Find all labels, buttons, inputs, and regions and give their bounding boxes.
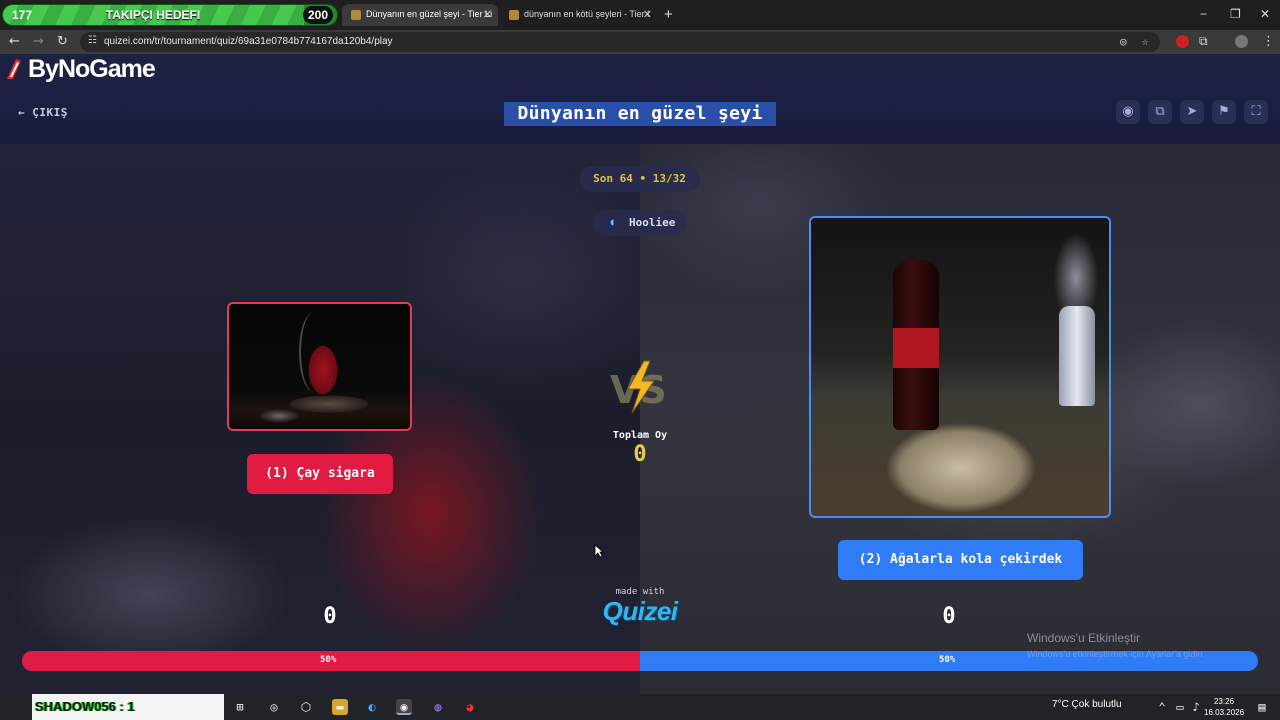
address-bar[interactable]: ☷ quizei.com/tr/tournament/quiz/69a31e07… — [80, 32, 1160, 52]
choice-1-votes: 0 — [323, 604, 337, 629]
extensions-puzzle-icon[interactable]: ⧉ — [1199, 34, 1208, 49]
minimize-icon[interactable]: − — [1200, 7, 1207, 21]
choice-2-image[interactable] — [809, 216, 1111, 518]
restore-icon[interactable]: ❐ — [1230, 7, 1241, 21]
share-icon[interactable]: ⧉ — [1148, 100, 1172, 124]
follower-goal-title: TAKIPÇI HEDEFI — [105, 8, 201, 22]
clock-date: 16.03.2026 — [1204, 708, 1245, 717]
browser-toolbar: ← → ↻ ☷ quizei.com/tr/tournament/quiz/69… — [0, 30, 1280, 54]
mouse-cursor-icon — [594, 544, 604, 558]
quizei-logo[interactable]: Quizei — [580, 596, 700, 627]
windows-taskbar: SHADOW056 : 1 ⊞ ◎ ⬡ ▬ ◐ ◉ ◍ ◕ 7°C Çok bu… — [0, 694, 1280, 720]
chat-app-icon[interactable]: ◍ — [430, 699, 446, 715]
volume-icon[interactable]: ♪ — [1188, 699, 1204, 715]
app-icon[interactable]: ⬡ — [298, 699, 314, 715]
tierlist-favicon-icon — [509, 10, 519, 20]
choice-2-button[interactable]: (2) Ağalarla kola çekirdek — [838, 540, 1083, 580]
edge-icon[interactable]: ◐ — [364, 699, 380, 715]
tab-title: dünyanın en kötü şeyleri - Tier l — [524, 9, 650, 19]
recording-app-icon[interactable]: ◕ — [462, 699, 478, 715]
creator-badge[interactable]: ◖ Hooliee — [593, 210, 686, 236]
versus-icon: VS — [610, 360, 667, 414]
water-bottle — [1059, 306, 1095, 406]
profile-avatar[interactable] — [1235, 35, 1248, 48]
network-icon[interactable]: ▭ — [1172, 699, 1188, 715]
stream-logo-bar: ByNoGame — [0, 54, 1280, 83]
follower-goal-target: 200 — [302, 6, 333, 24]
exit-button[interactable]: ← ÇIKIŞ — [18, 106, 68, 119]
choice-1-image[interactable] — [227, 302, 412, 431]
clock-time: 23:26 — [1213, 697, 1235, 706]
tierlist-favicon-icon — [351, 10, 361, 20]
bynogame-logo-icon — [7, 59, 21, 79]
creator-name: Hooliee — [629, 216, 676, 229]
notification-icon[interactable]: ▤ — [1254, 699, 1270, 715]
choice-1-percent: 50% — [320, 655, 337, 665]
bookmark-star-icon[interactable]: ☆ — [1142, 35, 1149, 48]
creator-avatar: ◖ — [605, 216, 619, 230]
back-icon[interactable]: ← — [9, 34, 20, 49]
new-tab-icon[interactable]: + — [664, 6, 673, 23]
browser-tab-bar: 177 TAKIPÇI HEDEFI 200 Dünyanın en güzel… — [0, 0, 1280, 30]
task-view-icon[interactable]: ⊞ — [232, 699, 248, 715]
bynogame-logo-text: ByNoGame — [28, 55, 156, 83]
arrow-left-icon: ← — [18, 106, 33, 119]
fullscreen-icon[interactable]: ⛶ — [1244, 100, 1268, 124]
quiz-page: ByNoGame ← ÇIKIŞ Dünyanın en güzel şeyi … — [0, 54, 1280, 694]
smoke-wisp — [299, 312, 329, 392]
send-icon[interactable]: ➤ — [1180, 100, 1204, 124]
eye-icon[interactable]: ◉ — [1116, 100, 1140, 124]
quiz-title: Dünyanın en güzel şeyi — [504, 102, 776, 126]
close-tab-icon[interactable]: ✕ — [483, 8, 492, 21]
total-votes-label: Toplam Oy — [612, 430, 668, 441]
total-votes-value: 0 — [633, 442, 647, 467]
choice-2-votes: 0 — [942, 604, 956, 629]
file-explorer-icon[interactable]: ▬ — [332, 699, 348, 715]
close-window-icon[interactable]: ✕ — [1260, 7, 1270, 21]
menu-kebab-icon[interactable]: ⋮ — [1262, 34, 1275, 49]
flag-icon[interactable]: ⚑ — [1212, 100, 1236, 124]
tab-active[interactable]: Dünyanın en güzel şeyi - Tier Li ✕ — [342, 4, 498, 26]
tray-chevron-icon[interactable]: ⌃ — [1154, 699, 1170, 715]
eye-off-icon[interactable]: ◎ — [1120, 35, 1127, 48]
clock[interactable]: 23:26 16.03.2026 — [1204, 696, 1244, 718]
choice-2-percent: 50% — [939, 655, 956, 665]
tab-inactive[interactable]: dünyanın en kötü şeyleri - Tier l ✕ — [500, 4, 658, 26]
activation-watermark-text: Windows'u etkinleştirmek için Ayarlar'a … — [1027, 649, 1205, 659]
forward-icon[interactable]: → — [33, 34, 44, 49]
reload-icon[interactable]: ↻ — [57, 34, 68, 49]
exit-label: ÇIKIŞ — [32, 106, 68, 119]
steam-icon[interactable]: ◎ — [266, 699, 282, 715]
chrome-icon[interactable]: ◉ — [396, 699, 412, 715]
url-text: quizei.com/tr/tournament/quiz/69a31e0784… — [104, 36, 393, 47]
site-info-icon[interactable]: ☷ — [88, 35, 97, 46]
follower-goal-widget: 177 TAKIPÇI HEDEFI 200 — [2, 4, 338, 26]
round-indicator: Son 64 • 13/32 — [579, 166, 700, 192]
quiz-header: ← ÇIKIŞ Dünyanın en güzel şeyi ◉ ⧉ ➤ ⚑ ⛶ — [0, 82, 1280, 144]
tab-title: Dünyanın en güzel şeyi - Tier Li — [366, 9, 493, 19]
weather-widget[interactable]: 7°C Çok bulutlu — [1052, 699, 1122, 710]
close-tab-icon[interactable]: ✕ — [643, 8, 652, 21]
shadow-counter: SHADOW056 : 1 — [35, 699, 135, 714]
cola-label — [893, 328, 939, 368]
stream-overlay-label: SHADOW056 : 1 — [32, 694, 224, 720]
choice-1-button[interactable]: (1) Çay sigara — [247, 454, 393, 494]
extension-icon[interactable] — [1176, 35, 1189, 48]
activation-watermark-title: Windows'u Etkinleştir — [1027, 631, 1140, 645]
